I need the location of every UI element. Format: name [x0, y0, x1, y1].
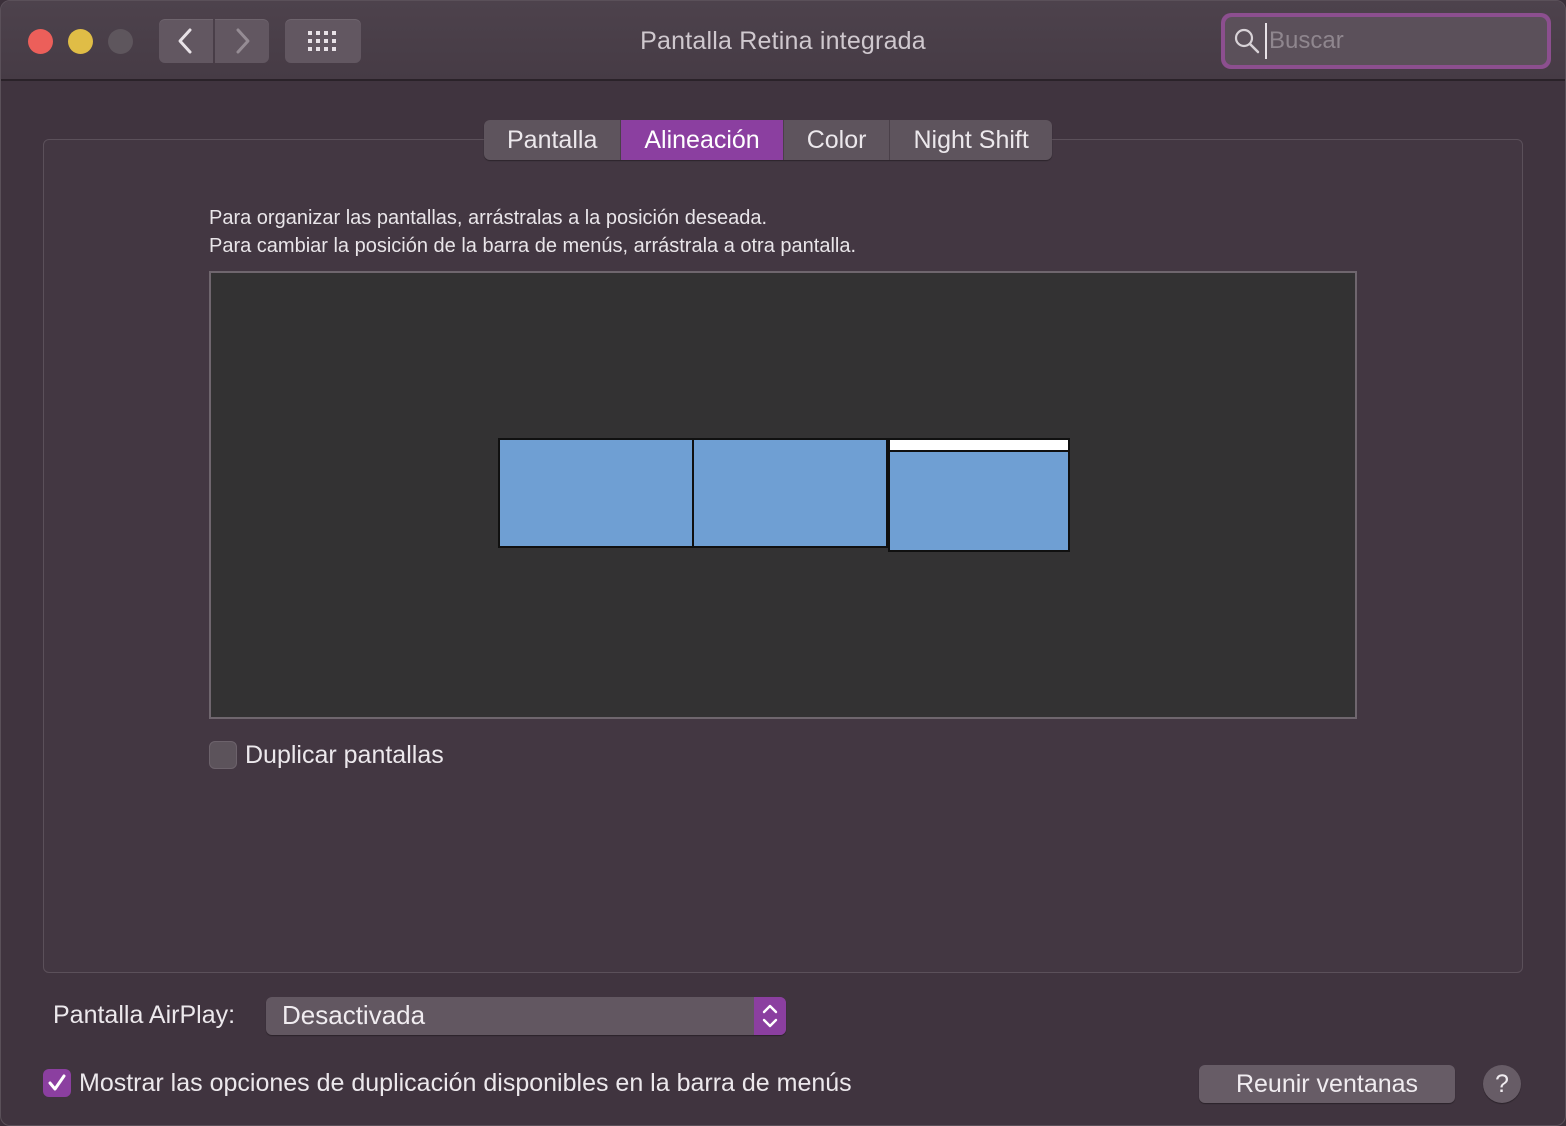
popup-stepper [754, 997, 786, 1035]
duplicate-displays-label: Duplicar pantallas [245, 741, 444, 769]
menu-bar-indicator[interactable] [890, 440, 1068, 452]
tab-alineacion[interactable]: Alineación [621, 120, 784, 160]
airplay-select-value: Desactivada [282, 1000, 426, 1030]
chevron-updown-icon [762, 1004, 778, 1028]
search-icon [1234, 28, 1260, 54]
arrangement-instructions: Para organizar las pantallas, arrástrala… [209, 204, 856, 260]
title-bar: Pantalla Retina integrada [1, 1, 1565, 81]
display-1[interactable] [498, 438, 694, 548]
instruction-line-2: Para cambiar la posición de la barra de … [209, 235, 857, 257]
display-2[interactable] [692, 438, 888, 548]
tab-pantalla[interactable]: Pantalla [484, 120, 622, 160]
search-input[interactable] [1265, 23, 1541, 59]
search-field[interactable] [1225, 17, 1547, 65]
airplay-select[interactable]: Desactivada [266, 997, 786, 1035]
help-button[interactable]: ? [1483, 1065, 1521, 1103]
instruction-line-1: Para organizar las pantallas, arrástrala… [209, 207, 768, 229]
mirroring-options-label: Mostrar las opciones de duplicación disp… [79, 1069, 852, 1097]
tab-color[interactable]: Color [784, 120, 891, 160]
mirroring-options-checkbox[interactable] [43, 1069, 71, 1097]
checkmark-icon [48, 1074, 66, 1091]
gather-windows-button[interactable]: Reunir ventanas [1199, 1065, 1455, 1103]
tab-bar: Pantalla Alineación Color Night Shift [484, 120, 1052, 160]
display-arrangement-area [209, 271, 1357, 719]
preferences-window: Pantalla Retina integrada Pantalla Aline… [0, 0, 1566, 1126]
tab-night-shift[interactable]: Night Shift [890, 120, 1051, 160]
display-3[interactable] [888, 438, 1070, 552]
duplicate-displays-checkbox[interactable] [209, 741, 237, 769]
airplay-label: Pantalla AirPlay: [53, 1001, 236, 1029]
search-focus-ring [1221, 13, 1551, 69]
